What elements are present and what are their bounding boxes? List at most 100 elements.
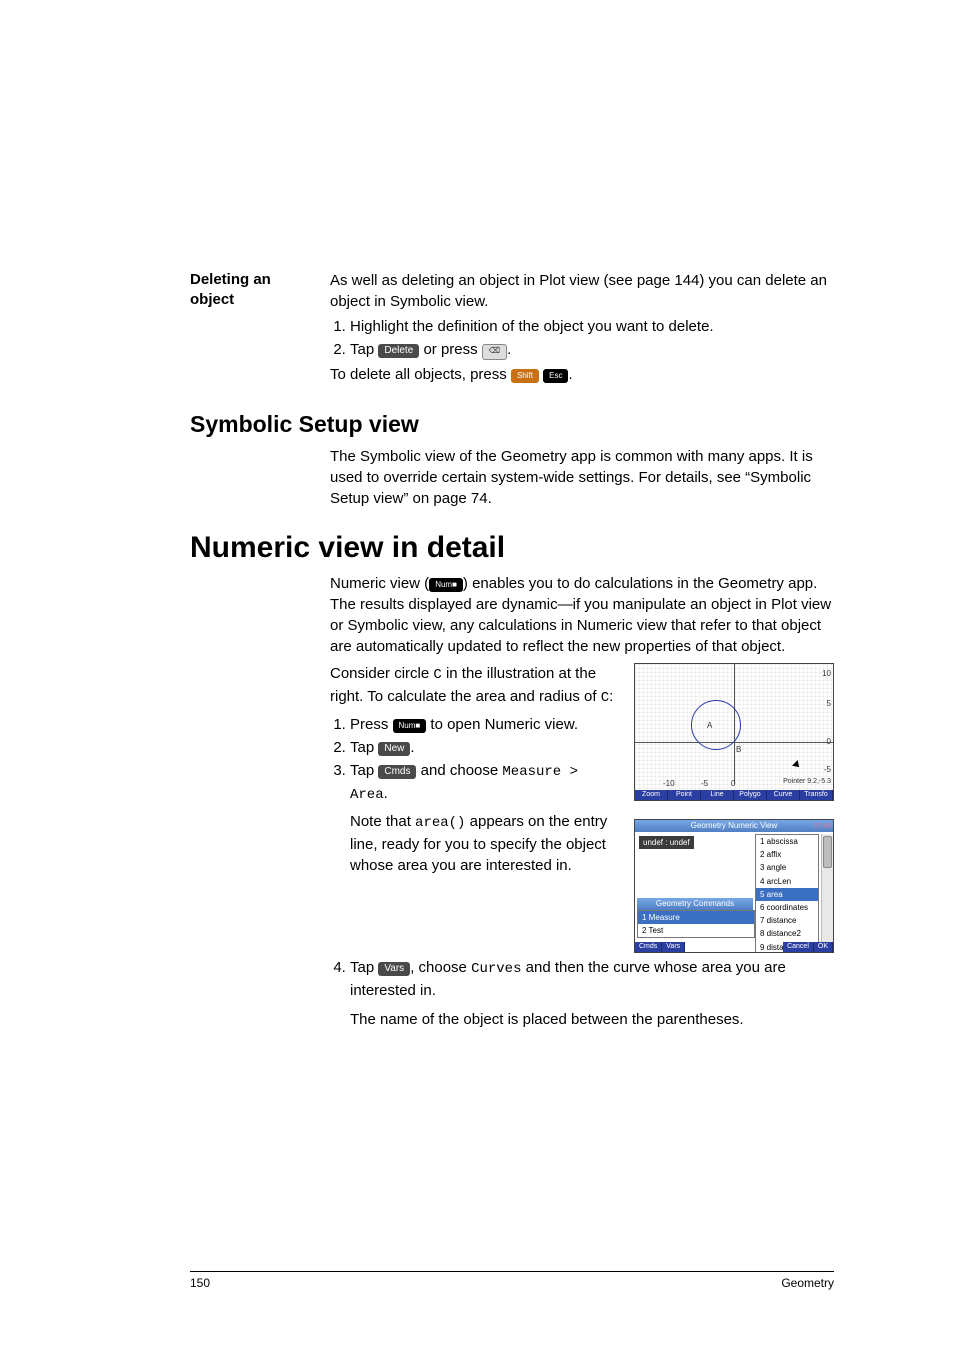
delete-all-line: To delete all objects, press Shift Esc. (330, 364, 834, 385)
numview-leftmenu[interactable]: 1 Measure 2 Test (637, 910, 755, 938)
numeric-body: Numeric view (Num■) enables you to do ca… (330, 573, 834, 1030)
numview-submenu[interactable]: 1 abscissa 2 affix 3 angle 4 arcLen 5 ar… (755, 834, 819, 953)
leftmenu-measure[interactable]: 1 Measure (638, 911, 754, 924)
symbolic-setup-text: The Symbolic view of the Geometry app is… (330, 446, 834, 509)
s2a: Tap (350, 739, 378, 756)
numview-title: Geometry Numeric View (635, 820, 833, 832)
plot-view-screenshot: A B 10 5 0 -5 -10 -5 0 Pointer 9.2,-5.3 … (634, 663, 834, 801)
numview-botbar[interactable]: Cmds Vars Cancel OK (635, 942, 833, 952)
bot-vars[interactable]: Vars (662, 942, 685, 952)
plot-tb-point[interactable]: Point (668, 790, 701, 800)
s3a: Tap (350, 762, 378, 779)
curves-code: Curves (471, 961, 521, 977)
step3-note: Note that area() appears on the entry li… (350, 811, 620, 876)
plot-tb-polygo[interactable]: Polygo (734, 790, 767, 800)
footer-page-number: 150 (190, 1276, 210, 1290)
numview-geocmds-bar: Geometry Commands (637, 898, 753, 910)
bot-ok[interactable]: OK (814, 942, 833, 952)
subitem-8[interactable]: 8 distance2 (756, 927, 818, 940)
section-deleting-object: Deleting an object As well as deleting a… (190, 270, 834, 389)
numeric-wrap: Consider circle C in the illustration at… (330, 663, 834, 953)
numview-scrollbar[interactable] (821, 834, 833, 942)
s3na: Note that (350, 813, 415, 830)
num-key-icon[interactable]: Num■ (429, 578, 463, 592)
num-key-icon-2[interactable]: Num■ (393, 719, 427, 733)
step4-post: The name of the object is placed between… (350, 1009, 834, 1030)
plot-label-B: B (736, 744, 741, 755)
xtick--10: -10 (663, 778, 675, 789)
bot-cmds[interactable]: Cmds (635, 942, 662, 952)
numeric-step-1: Press Num■ to open Numeric view. (350, 714, 620, 735)
numeric-steps: Press Num■ to open Numeric view. Tap New… (330, 714, 620, 876)
subitem-7[interactable]: 7 distance (756, 914, 818, 927)
numeric-view-screenshot: Geometry Numeric View 07:48 undef : unde… (634, 819, 834, 953)
s3b: and choose (416, 762, 502, 779)
subitem-1[interactable]: 1 abscissa (756, 835, 818, 848)
numeric-p1: Numeric view (Num■) enables you to do ca… (330, 573, 834, 657)
page-footer: 150 Geometry (190, 1271, 834, 1290)
deleting-steps: Highlight the definition of the object y… (330, 316, 834, 360)
symbolic-setup-body: The Symbolic view of the Geometry app is… (330, 446, 834, 509)
numeric-p1a: Numeric view ( (330, 575, 429, 592)
ytick--5: -5 (824, 764, 831, 775)
vars-softkey[interactable]: Vars (378, 962, 410, 976)
subitem-6[interactable]: 6 coordinates (756, 901, 818, 914)
subitem-5-area[interactable]: 5 area (756, 888, 818, 901)
plot-tb-line[interactable]: Line (701, 790, 734, 800)
backspace-key-icon[interactable]: ⌫ (482, 344, 507, 360)
cmds-softkey[interactable]: Cmds (378, 765, 416, 779)
numeric-step-3: Tap Cmds and choose Measure > Area. Note… (350, 760, 620, 876)
s3d: . (384, 785, 388, 802)
heading-numeric-view: Numeric view in detail (190, 531, 834, 565)
step2-prefix: Tap (350, 341, 378, 358)
ytick-5: 5 (827, 698, 831, 709)
s2b: . (410, 739, 414, 756)
numview-time: 07:48 (813, 822, 831, 832)
footer-section-name: Geometry (781, 1276, 834, 1290)
deleting-body: As well as deleting an object in Plot vi… (330, 270, 834, 389)
plot-circle-C (691, 700, 741, 750)
xtick--5: -5 (701, 778, 708, 789)
figures: A B 10 5 0 -5 -10 -5 0 Pointer 9.2,-5.3 … (634, 663, 834, 953)
bot-spacer (685, 942, 783, 952)
s1b: to open Numeric view. (426, 716, 578, 733)
bot-cancel[interactable]: Cancel (783, 942, 814, 952)
numeric-step-2: Tap New. (350, 737, 620, 758)
delete-all-prefix: To delete all objects, press (330, 366, 511, 383)
p2c: : (609, 688, 613, 705)
p2a: Consider circle (330, 665, 433, 682)
plot-tb-curve[interactable]: Curve (767, 790, 800, 800)
step2-or-press: or press (423, 341, 481, 358)
shift-key-icon[interactable]: Shift (511, 369, 539, 383)
xtick-0: 0 (731, 778, 735, 789)
deleting-step-2: Tap Delete or press ⌫. (350, 339, 834, 360)
s1a: Press (350, 716, 393, 733)
code-C1: C (433, 667, 441, 683)
plot-toolbar[interactable]: Zoom Point Line Polygo Curve Transfo (635, 790, 833, 800)
subitem-2[interactable]: 2 affix (756, 848, 818, 861)
esc-key-icon[interactable]: Esc (543, 369, 568, 383)
deleting-step-1: Highlight the definition of the object y… (350, 316, 834, 337)
plot-tb-zoom[interactable]: Zoom (635, 790, 668, 800)
numview-entry: undef : undef (639, 836, 694, 849)
subitem-3[interactable]: 3 angle (756, 861, 818, 874)
side-heading-deleting: Deleting an object (190, 270, 300, 389)
new-softkey[interactable]: New (378, 742, 410, 756)
heading-symbolic-setup: Symbolic Setup view (190, 411, 834, 438)
numeric-p2: Consider circle C in the illustration at… (330, 663, 620, 708)
plot-tb-transfo[interactable]: Transfo (800, 790, 833, 800)
area-code: area() (415, 815, 465, 831)
s4a: Tap (350, 959, 378, 976)
numeric-steps-cont: Tap Vars, choose Curves and then the cur… (330, 957, 834, 1030)
plot-label-A: A (707, 720, 712, 731)
numeric-step-4: Tap Vars, choose Curves and then the cur… (350, 957, 834, 1030)
plot-pointer-readout: Pointer 9.2,-5.3 (783, 777, 831, 787)
delete-softkey[interactable]: Delete (378, 344, 419, 358)
ytick-10: 10 (822, 668, 831, 679)
code-C2: C (601, 690, 609, 706)
deleting-intro: As well as deleting an object in Plot vi… (330, 270, 834, 312)
ytick-0: 0 (827, 736, 831, 747)
leftmenu-test[interactable]: 2 Test (638, 924, 754, 937)
s4b: , choose (410, 959, 471, 976)
subitem-4[interactable]: 4 arcLen (756, 875, 818, 888)
